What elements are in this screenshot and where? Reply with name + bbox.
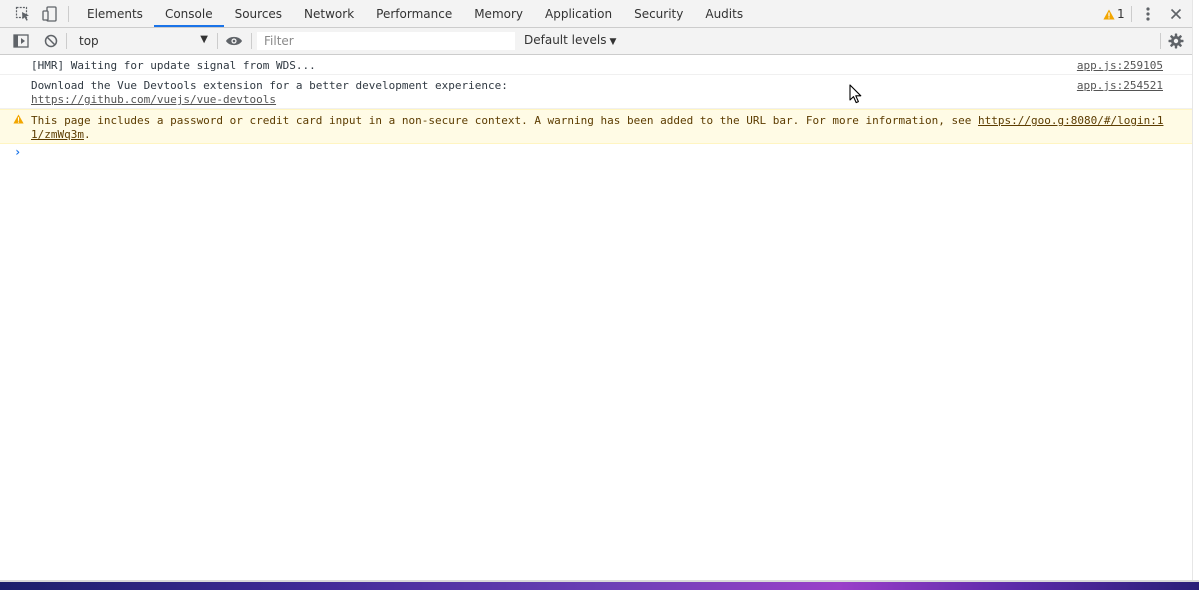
filter-input[interactable] [257, 32, 515, 50]
context-value: top [79, 34, 99, 48]
warning-info-link[interactable]: https://goo.g [978, 114, 1064, 127]
eye-icon[interactable] [225, 32, 243, 50]
warning-count: 1 [1117, 7, 1125, 21]
tab-security[interactable]: Security [623, 0, 694, 27]
window-right-edge [1192, 0, 1199, 580]
panel-tabs: Elements Console Sources Network Perform… [76, 0, 754, 28]
console-message: [HMR] Waiting for update signal from WDS… [0, 55, 1192, 75]
close-icon[interactable] [1167, 5, 1185, 23]
console-message: Download the Vue Devtools extension for … [0, 75, 1192, 109]
devtools-tabbar: Elements Console Sources Network Perform… [0, 0, 1192, 28]
console-toolbar: top ▼ Default levels▼ [0, 28, 1192, 55]
sidebar-toggle-icon[interactable] [12, 32, 30, 50]
warning-counter[interactable]: 1 [1103, 6, 1125, 22]
device-toolbar-icon[interactable] [41, 5, 59, 23]
tab-network[interactable]: Network [293, 0, 365, 27]
console-prompt[interactable]: › [0, 144, 1192, 162]
vue-devtools-link[interactable]: https://github.com/vuejs/vue-devtools [31, 93, 276, 106]
tabbar-right-divider [1131, 6, 1132, 22]
prompt-chevron-icon: › [14, 145, 22, 159]
message-text: Download the Vue Devtools extension for … [31, 79, 508, 107]
toolbar-divider [251, 33, 252, 49]
desktop-background-strip [0, 580, 1199, 590]
inspect-element-icon[interactable] [14, 5, 32, 23]
warning-icon [13, 114, 24, 128]
dropdown-arrow-icon: ▼ [609, 37, 617, 47]
devtools-window: Elements Console Sources Network Perform… [0, 0, 1199, 580]
tab-application[interactable]: Application [534, 0, 623, 27]
tab-console[interactable]: Console [153, 0, 224, 27]
message-text-line: Download the Vue Devtools extension for … [31, 79, 508, 92]
console-messages: [HMR] Waiting for update signal from WDS… [0, 55, 1192, 144]
tab-elements[interactable]: Elements [76, 0, 154, 27]
warning-text-body: This page includes a password or credit … [31, 114, 979, 127]
log-levels-dropdown[interactable]: Default levels ▼ [524, 33, 616, 51]
warning-info-link-continued[interactable]: 1/zmWq3m [31, 128, 84, 141]
warning-text-end: . [83, 128, 91, 141]
warning-source-link[interactable]: :8080/#/login:1 [1064, 114, 1163, 127]
warning-icon [1103, 9, 1115, 19]
log-levels-label: Default levels [524, 33, 607, 47]
tab-audits[interactable]: Audits [694, 0, 754, 27]
tab-memory[interactable]: Memory [463, 0, 534, 27]
warning-text: This page includes a password or credit … [31, 114, 1163, 142]
console-warning-message: This page includes a password or credit … [0, 109, 1192, 144]
tab-performance[interactable]: Performance [365, 0, 463, 27]
toolbar-divider [1160, 33, 1161, 49]
message-source-link[interactable]: app.js:254521 [1077, 79, 1163, 93]
tabbar-divider [68, 6, 69, 22]
message-source-link[interactable]: app.js:259105 [1077, 59, 1163, 73]
clear-console-icon[interactable] [42, 32, 60, 50]
toolbar-divider [217, 33, 218, 49]
context-selector[interactable]: top ▼ [74, 32, 214, 50]
tab-sources[interactable]: Sources [224, 0, 293, 27]
toolbar-divider [66, 33, 67, 49]
message-text: [HMR] Waiting for update signal from WDS… [31, 59, 316, 72]
more-options-icon[interactable] [1139, 5, 1157, 23]
dropdown-arrow-icon: ▼ [200, 34, 208, 45]
settings-gear-icon[interactable] [1167, 32, 1185, 50]
mouse-cursor-icon [849, 84, 863, 107]
